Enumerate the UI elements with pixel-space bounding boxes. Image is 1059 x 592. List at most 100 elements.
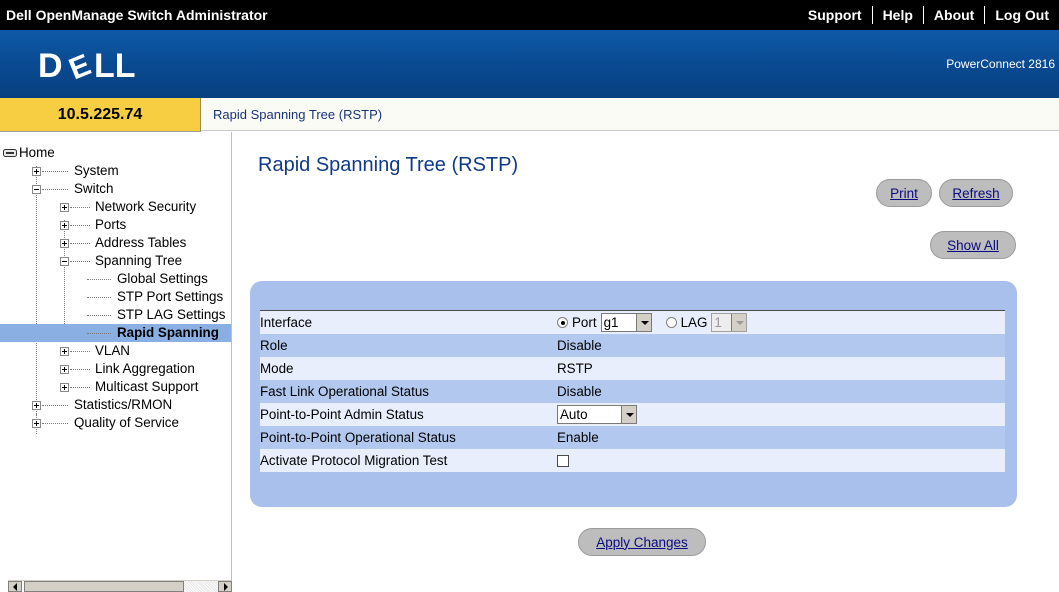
p2p-admin-select-value: Auto	[560, 407, 588, 422]
tree-item-spanning-tree[interactable]: Spanning Tree	[0, 252, 231, 270]
tree-label: Statistics/RMON	[74, 397, 173, 412]
tree-connector	[70, 261, 90, 262]
svg-text:E: E	[64, 48, 95, 86]
navigation-tree: Home System Switch Network Security Port…	[0, 132, 232, 591]
support-link[interactable]: Support	[798, 7, 872, 23]
about-link[interactable]: About	[924, 7, 984, 23]
fast-link-row: Fast Link Operational Status Disable	[260, 380, 1005, 403]
port-select[interactable]: g1	[600, 313, 652, 332]
logout-link[interactable]: Log Out	[985, 7, 1059, 23]
tree-connector	[70, 243, 90, 244]
p2p-admin-row: Point-to-Point Admin Status Auto	[260, 403, 1005, 426]
role-value: Disable	[557, 338, 602, 353]
tree-connector	[70, 369, 90, 370]
collapse-icon[interactable]	[60, 257, 69, 266]
dell-logo: D E LL	[36, 44, 156, 86]
expand-icon[interactable]	[32, 401, 41, 410]
collapse-icon[interactable]	[32, 185, 41, 194]
brand-bar: D E LL PowerConnect 2816	[0, 30, 1059, 98]
expand-icon[interactable]	[60, 239, 69, 248]
tree-connector	[42, 405, 68, 406]
print-button[interactable]: Print	[876, 179, 932, 207]
tree-item-vlan[interactable]: VLAN	[0, 342, 231, 360]
rstp-settings-panel: Interface Port g1 LAG 1 Role Disable Mod…	[250, 281, 1017, 507]
tree-item-home[interactable]: Home	[0, 144, 231, 162]
tree-label: Home	[19, 145, 55, 160]
tree-connector	[70, 225, 90, 226]
refresh-button[interactable]: Refresh	[939, 179, 1013, 207]
scroll-left-arrow-icon[interactable]	[8, 581, 22, 592]
scroll-thumb[interactable]	[24, 581, 184, 592]
switch-icon	[3, 149, 17, 157]
tree-connector	[42, 171, 68, 172]
tree-item-stp-port-settings[interactable]: STP Port Settings	[0, 288, 231, 306]
tree-label: Ports	[95, 217, 127, 232]
tree-item-stp-lag-settings[interactable]: STP LAG Settings	[0, 306, 231, 324]
migration-row: Activate Protocol Migration Test	[260, 449, 1005, 472]
lag-select-value: 1	[714, 315, 722, 330]
field-label: Fast Link Operational Status	[260, 384, 429, 399]
tree-connector	[87, 333, 111, 334]
tree-label: Rapid Spanning	[117, 325, 219, 340]
tree-connector	[42, 189, 68, 190]
tree-item-link-aggregation[interactable]: Link Aggregation	[0, 360, 231, 378]
tree-label: VLAN	[95, 343, 130, 358]
expand-icon[interactable]	[60, 203, 69, 212]
expand-icon[interactable]	[32, 167, 41, 176]
tree-label: Network Security	[95, 199, 197, 214]
product-name: PowerConnect 2816	[946, 57, 1055, 71]
tree-label: Link Aggregation	[95, 361, 195, 376]
role-row: Role Disable	[260, 334, 1005, 357]
field-label: Interface	[260, 315, 313, 330]
lag-select[interactable]: 1	[711, 313, 748, 332]
p2p-admin-container: Auto	[557, 405, 637, 424]
tree-item-quality-of-service[interactable]: Quality of Service	[0, 414, 231, 432]
tree-item-statistics-rmon[interactable]: Statistics/RMON	[0, 396, 231, 414]
help-link[interactable]: Help	[873, 7, 923, 23]
tree-connector	[42, 423, 68, 424]
tree-connector	[87, 315, 111, 316]
field-label: Role	[260, 338, 288, 353]
tree-label: Global Settings	[117, 271, 208, 286]
expand-icon[interactable]	[60, 347, 69, 356]
interface-selector: Port g1 LAG 1	[557, 313, 748, 332]
tree-item-global-settings[interactable]: Global Settings	[0, 270, 231, 288]
expand-icon[interactable]	[60, 383, 69, 392]
tree-item-multicast-support[interactable]: Multicast Support	[0, 378, 231, 396]
mode-value: RSTP	[557, 361, 593, 376]
svg-text:LL: LL	[94, 47, 136, 85]
field-label: Point-to-Point Operational Status	[260, 430, 456, 445]
svg-text:D: D	[38, 47, 64, 85]
scroll-track[interactable]	[184, 581, 218, 592]
tree-item-address-tables[interactable]: Address Tables	[0, 234, 231, 252]
mode-row: Mode RSTP	[260, 357, 1005, 380]
port-radio-label: Port	[572, 315, 597, 330]
tree-label: Switch	[74, 181, 114, 196]
fast-link-value: Disable	[557, 384, 602, 399]
show-all-button[interactable]: Show All	[930, 231, 1016, 259]
tree-connector	[87, 297, 111, 298]
field-label: Point-to-Point Admin Status	[260, 407, 424, 422]
horizontal-scrollbar[interactable]	[8, 580, 232, 592]
p2p-admin-select[interactable]: Auto	[557, 405, 637, 424]
tree-item-ports[interactable]: Ports	[0, 216, 231, 234]
tree-label: STP Port Settings	[117, 289, 224, 304]
expand-icon[interactable]	[60, 365, 69, 374]
p2p-oper-value: Enable	[557, 430, 599, 445]
port-radio[interactable]	[557, 317, 568, 328]
migration-container	[557, 453, 569, 468]
tree-item-network-security[interactable]: Network Security	[0, 198, 231, 216]
scroll-right-arrow-icon[interactable]	[218, 581, 232, 592]
expand-icon[interactable]	[32, 419, 41, 428]
tree-item-switch[interactable]: Switch	[0, 180, 231, 198]
dropdown-arrow-icon	[731, 314, 747, 331]
lag-radio[interactable]	[665, 317, 677, 328]
expand-icon[interactable]	[60, 221, 69, 230]
main-content: Rapid Spanning Tree (RSTP) Print Refresh…	[233, 132, 1059, 591]
dropdown-arrow-icon	[621, 406, 636, 423]
p2p-oper-row: Point-to-Point Operational Status Enable	[260, 426, 1005, 449]
apply-changes-button[interactable]: Apply Changes	[578, 528, 706, 556]
tree-item-rapid-spanning[interactable]: Rapid Spanning	[0, 324, 231, 342]
tree-item-system[interactable]: System	[0, 162, 231, 180]
migration-checkbox[interactable]	[557, 455, 569, 468]
